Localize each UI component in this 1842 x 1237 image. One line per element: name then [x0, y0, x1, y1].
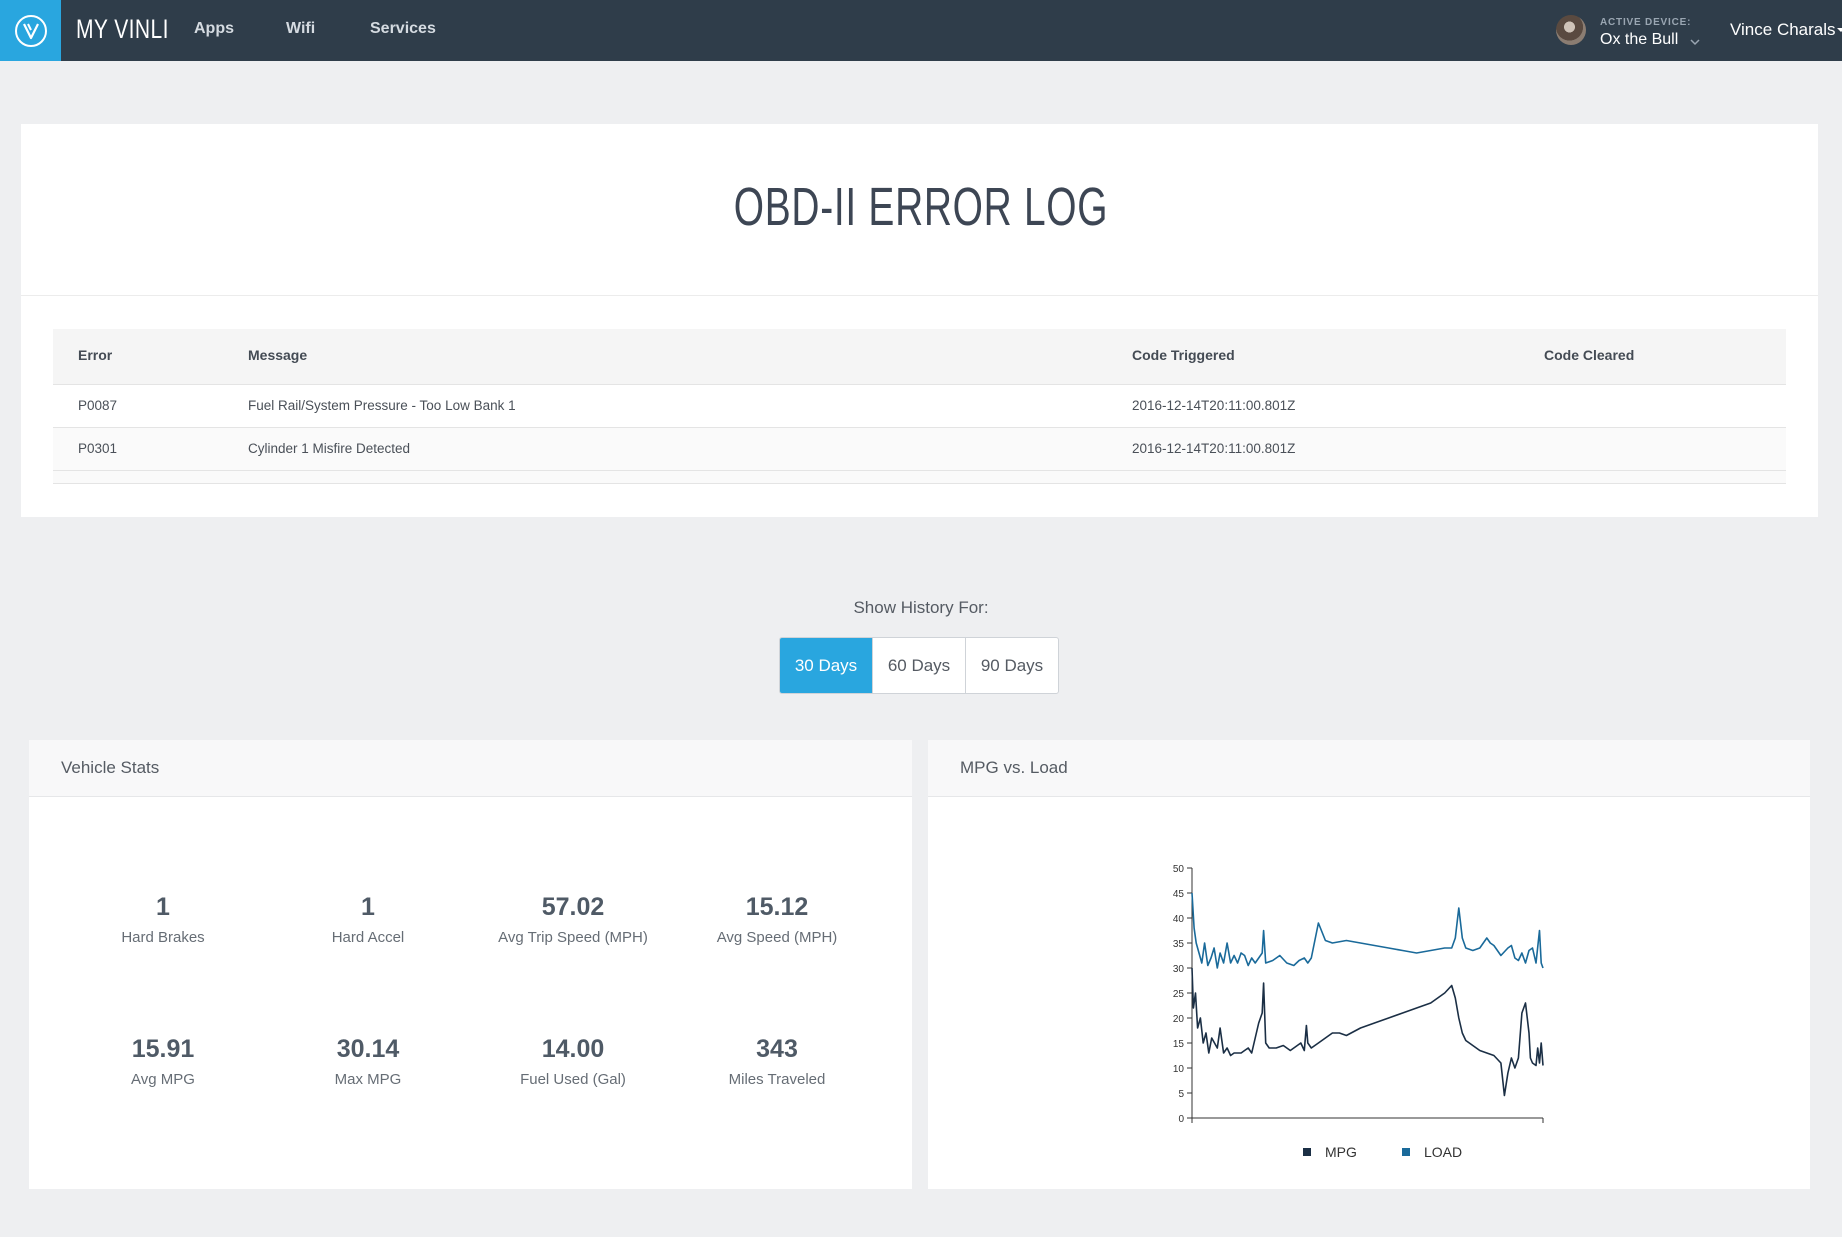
y-tick-label: 20 [1173, 1014, 1185, 1025]
header-error[interactable]: Error [78, 347, 112, 363]
series-line-load [1191, 892, 1544, 969]
cell-message: Fuel Rail/System Pressure - Too Low Bank… [248, 398, 516, 413]
stat-max-mpg: 30.14 Max MPG [268, 1035, 468, 1088]
stat-value: 14.00 [541, 1035, 605, 1063]
cell-triggered: 2016-12-14T20:11:00.801Z [1132, 441, 1296, 456]
legend-label-load: LOAD [1424, 1144, 1462, 1160]
stat-value: 343 [756, 1035, 798, 1063]
panel-header: Vehicle Stats [29, 740, 912, 797]
stat-label: Avg Trip Speed (MPH) [498, 929, 648, 946]
legend-label-mpg: MPG [1325, 1144, 1357, 1160]
stat-avg-speed: 15.12 Avg Speed (MPH) [677, 893, 877, 946]
history-label: Show History For: [853, 598, 989, 617]
legend-marker-load [1402, 1148, 1410, 1156]
stat-value: 30.14 [336, 1035, 400, 1063]
y-tick-label: 40 [1173, 914, 1185, 925]
stat-label: Avg Speed (MPH) [716, 929, 838, 946]
table-header: Error Message Code Triggered Code Cleare… [53, 329, 1786, 385]
device-avatar[interactable] [1556, 15, 1586, 45]
stat-hard-accel: 1 Hard Accel [268, 893, 468, 946]
user-name[interactable]: Vince Charals [1730, 20, 1836, 40]
active-device-name[interactable]: Ox the Bull [1600, 31, 1678, 49]
history-60-days-button[interactable]: 60 Days [872, 638, 965, 693]
legend-marker-mpg [1303, 1148, 1311, 1156]
chevron-down-icon[interactable] [1689, 36, 1701, 48]
stat-miles-traveled: 343 Miles Traveled [677, 1035, 877, 1088]
cell-message: Cylinder 1 Misfire Detected [248, 441, 411, 456]
stat-value: 57.02 [541, 893, 605, 921]
stat-label: Max MPG [334, 1071, 402, 1088]
active-device-label: ACTIVE DEVICE: [1600, 17, 1692, 28]
mpg-load-panel: MPG vs. Load 0 5 10 15 20 25 30 35 40 45 50 MPG LOAD [928, 740, 1810, 1189]
y-tick-label: 10 [1173, 1064, 1185, 1075]
y-tick-label: 5 [1178, 1089, 1184, 1100]
stat-label: Avg MPG [131, 1071, 195, 1088]
stat-value: 15.91 [131, 1035, 195, 1063]
header-code-cleared[interactable]: Code Cleared [1544, 347, 1634, 363]
table-row[interactable]: P0087 Fuel Rail/System Pressure - Too Lo… [53, 385, 1786, 428]
table-footer [53, 471, 1786, 484]
mpg-load-chart: 0 5 10 15 20 25 30 35 40 45 50 MPG LOAD [1173, 864, 1544, 1160]
stat-avg-mpg: 15.91 Avg MPG [63, 1035, 263, 1088]
y-tick-label: 35 [1173, 939, 1185, 950]
table-row[interactable]: P0301 Cylinder 1 Misfire Detected 2016-1… [53, 428, 1786, 471]
stat-value: 1 [361, 893, 375, 921]
series-line-mpg [1191, 967, 1544, 1097]
nav-link-services[interactable]: Services [370, 20, 436, 38]
history-range-selector: 30 Days 60 Days 90 Days [779, 637, 1059, 694]
stat-avg-trip-speed: 57.02 Avg Trip Speed (MPH) [473, 893, 673, 946]
y-tick-label: 25 [1173, 989, 1185, 1000]
y-tick-label: 50 [1173, 864, 1185, 875]
cell-error: P0301 [78, 441, 118, 456]
vinli-logo-icon [14, 14, 47, 47]
y-tick-label: 45 [1173, 889, 1185, 900]
error-log-title: OBD-II ERROR LOG [733, 177, 1109, 237]
stat-label: Hard Accel [331, 929, 405, 946]
vehicle-stats-title: Vehicle Stats [61, 758, 160, 777]
stat-label: Fuel Used (Gal) [520, 1071, 626, 1088]
vehicle-stats-panel: Vehicle Stats 1 Hard Brakes 1 Hard Accel… [29, 740, 912, 1189]
header-code-triggered[interactable]: Code Triggered [1132, 347, 1235, 363]
cell-error: P0087 [78, 398, 118, 413]
cell-triggered: 2016-12-14T20:11:00.801Z [1132, 398, 1296, 413]
user-caret-down-icon[interactable] [1836, 25, 1842, 35]
nav-link-apps[interactable]: Apps [194, 20, 234, 38]
stat-label: Hard Brakes [121, 929, 205, 946]
y-tick-label: 30 [1173, 964, 1185, 975]
top-navbar: MY VINLI Apps Wifi Services ACTIVE DEVIC… [0, 0, 1842, 61]
history-90-days-button[interactable]: 90 Days [965, 638, 1058, 693]
history-30-days-button[interactable]: 30 Days [780, 638, 872, 693]
stat-fuel-used: 14.00 Fuel Used (Gal) [473, 1035, 673, 1088]
stat-label: Miles Traveled [728, 1071, 826, 1088]
stat-hard-brakes: 1 Hard Brakes [63, 893, 263, 946]
header-message[interactable]: Message [248, 347, 307, 363]
brand-title[interactable]: MY VINLI [76, 14, 169, 45]
stat-value: 1 [156, 893, 170, 921]
nav-link-wifi[interactable]: Wifi [286, 20, 315, 38]
error-log-table: Error Message Code Triggered Code Cleare… [53, 329, 1786, 485]
divider [21, 295, 1818, 296]
vinli-logo[interactable] [0, 0, 61, 61]
stat-value: 15.12 [745, 893, 809, 921]
y-tick-label: 0 [1178, 1114, 1184, 1125]
y-tick-label: 15 [1173, 1039, 1185, 1050]
